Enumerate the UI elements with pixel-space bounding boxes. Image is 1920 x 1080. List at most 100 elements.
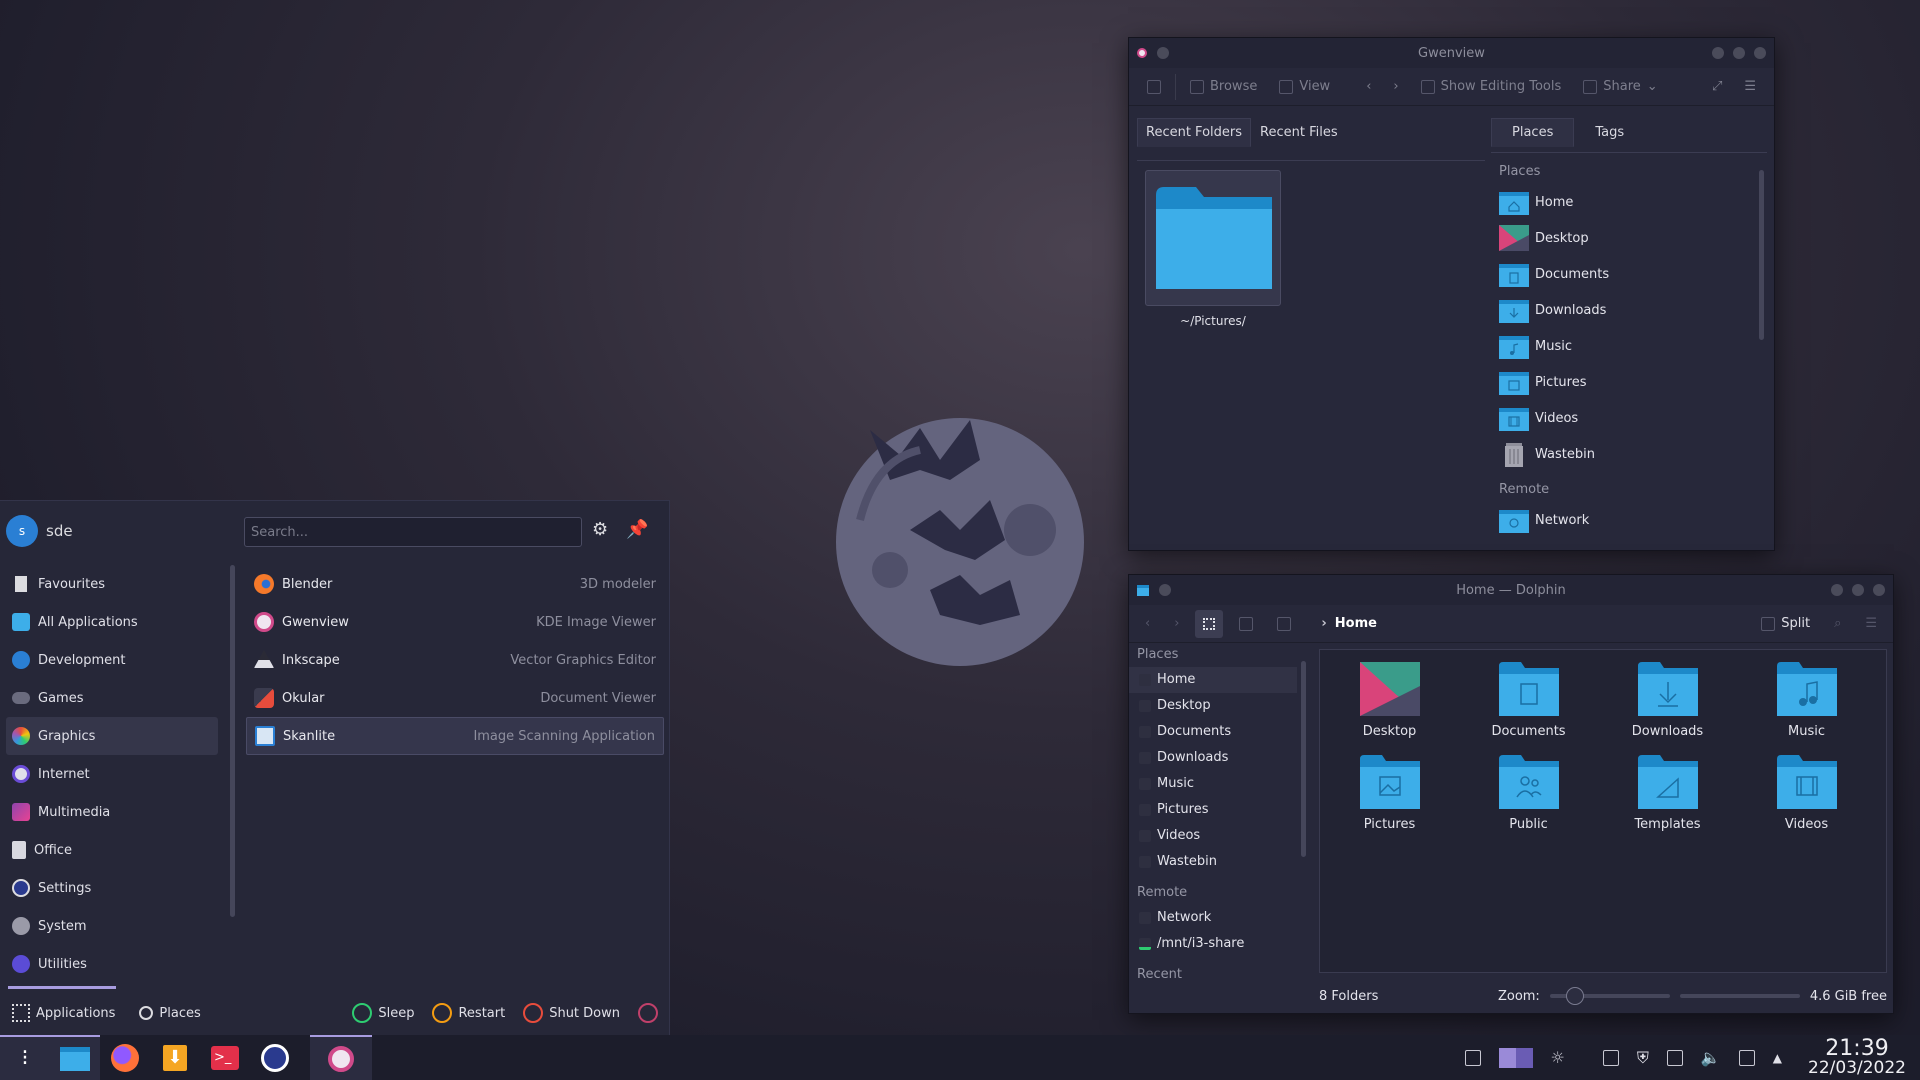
virtual-desktop-pager[interactable] (1498, 1047, 1533, 1068)
pin-window-button[interactable] (1159, 584, 1171, 596)
tab-recent-folders[interactable]: Recent Folders (1137, 118, 1252, 147)
category-system[interactable]: System (6, 907, 218, 945)
close-button[interactable] (1873, 584, 1885, 596)
chevron-up-icon[interactable]: ▲ (1773, 1051, 1782, 1065)
taskbar-system-settings[interactable] (250, 1035, 300, 1080)
split-button[interactable]: Split (1761, 616, 1810, 631)
category-internet[interactable]: Internet (6, 755, 218, 793)
applications-tab[interactable]: Applications (12, 1004, 115, 1022)
sidebar-item-desktop[interactable]: Desktop (1129, 693, 1297, 719)
dolphin-window[interactable]: Home — Dolphin ‹ › › Home Split ⌕ ☰ Plac… (1128, 574, 1894, 1014)
volume-icon[interactable]: 🔈 (1701, 1048, 1721, 1067)
taskbar-gwenview[interactable] (310, 1035, 372, 1080)
place-item-network[interactable]: Network (1499, 502, 1749, 538)
places-scrollbar[interactable] (1759, 170, 1764, 340)
search-input[interactable] (244, 517, 582, 547)
view-button[interactable]: View (1271, 75, 1338, 98)
back-button[interactable] (1139, 76, 1169, 98)
taskbar-firefox[interactable] (100, 1035, 150, 1080)
sidebar-item-videos[interactable]: Videos (1129, 823, 1297, 849)
sidebar-item-network[interactable]: Network (1129, 905, 1297, 931)
taskbar-dolphin[interactable] (50, 1035, 100, 1080)
place-item-home[interactable]: Home (1499, 184, 1749, 220)
previous-button[interactable]: ‹ (1358, 75, 1379, 98)
fullscreen-button[interactable]: ⤢ (1704, 75, 1730, 98)
sidebar-item-music[interactable]: Music (1129, 771, 1297, 797)
close-button[interactable] (1754, 47, 1766, 59)
back-button[interactable]: ‹ (1137, 612, 1158, 635)
places-tab[interactable]: Places (139, 1006, 201, 1021)
maximize-button[interactable] (1733, 47, 1745, 59)
app-item-okular[interactable]: Okular Document Viewer (246, 679, 664, 717)
category-development[interactable]: Development (6, 641, 218, 679)
app-item-blender[interactable]: Blender 3D modeler (246, 565, 664, 603)
folder-item-music[interactable]: Music (1737, 660, 1876, 739)
zoom-slider[interactable] (1549, 987, 1670, 1005)
show-desktop-icon[interactable] (1464, 1049, 1481, 1066)
security-shield-icon[interactable]: ⛨ (1637, 1048, 1649, 1068)
clipboard-icon[interactable] (1602, 1049, 1619, 1066)
app-item-gwenview[interactable]: Gwenview KDE Image Viewer (246, 603, 664, 641)
gwenview-titlebar[interactable]: Gwenview (1129, 38, 1774, 68)
folder-item-videos[interactable]: Videos (1737, 753, 1876, 832)
category-scrollbar[interactable] (230, 565, 235, 917)
sidebar-item-i3-share[interactable]: /mnt/i3-share (1129, 931, 1297, 957)
storage-icon[interactable] (1666, 1049, 1683, 1066)
restart-button[interactable]: Restart (432, 1003, 505, 1023)
sidebar-item-home[interactable]: Home (1129, 667, 1297, 693)
category-utilities[interactable]: Utilities (6, 945, 218, 983)
category-graphics[interactable]: Graphics (6, 717, 218, 755)
browse-button[interactable]: Browse (1182, 75, 1265, 98)
folder-item-desktop[interactable]: Desktop (1320, 660, 1459, 739)
app-item-skanlite[interactable]: Skanlite Image Scanning Application (246, 717, 664, 755)
maximize-button[interactable] (1852, 584, 1864, 596)
dolphin-titlebar[interactable]: Home — Dolphin (1129, 575, 1893, 605)
category-favourites[interactable]: Favourites (6, 565, 218, 603)
recent-folder-thumbnail[interactable] (1145, 170, 1281, 306)
sidebar-item-downloads[interactable]: Downloads (1129, 745, 1297, 771)
category-settings[interactable]: Settings (6, 869, 218, 907)
taskbar-discover[interactable]: ⬇ (150, 1035, 200, 1080)
minimize-button[interactable] (1712, 47, 1724, 59)
tab-tags[interactable]: Tags (1574, 118, 1645, 147)
breadcrumb[interactable]: › Home (1321, 616, 1377, 631)
details-view-button[interactable] (1269, 613, 1299, 635)
next-button[interactable]: › (1385, 75, 1406, 98)
digital-clock[interactable]: 21:39 22/03/2022 (1808, 1037, 1906, 1078)
gwenview-window[interactable]: Gwenview Browse View ‹ › Show Editing To… (1128, 37, 1775, 551)
sidebar-item-wastebin[interactable]: Wastebin (1129, 849, 1297, 875)
show-editing-tools-button[interactable]: Show Editing Tools (1413, 75, 1570, 98)
app-item-inkscape[interactable]: Inkscape Vector Graphics Editor (246, 641, 664, 679)
search-button[interactable]: ⌕ (1826, 612, 1849, 635)
configure-icon[interactable]: ⚙ (592, 519, 608, 540)
folder-item-public[interactable]: Public (1459, 753, 1598, 832)
shutdown-button[interactable]: Shut Down (523, 1003, 620, 1023)
zoom-slider-handle[interactable] (1565, 987, 1584, 1005)
place-item-videos[interactable]: Videos (1499, 400, 1749, 436)
place-item-wastebin[interactable]: Wastebin (1499, 436, 1749, 472)
taskbar-konsole[interactable]: >_ (200, 1035, 250, 1080)
place-item-documents[interactable]: Documents (1499, 256, 1749, 292)
icons-view-button[interactable] (1195, 609, 1224, 638)
category-office[interactable]: Office (6, 831, 218, 869)
hamburger-menu-button[interactable]: ☰ (1736, 75, 1764, 98)
category-games[interactable]: Games (6, 679, 218, 717)
folder-item-downloads[interactable]: Downloads (1598, 660, 1737, 739)
place-item-desktop[interactable]: Desktop (1499, 220, 1749, 256)
sidebar-item-pictures[interactable]: Pictures (1129, 797, 1297, 823)
tab-places[interactable]: Places (1491, 118, 1575, 147)
compact-view-button[interactable] (1231, 613, 1261, 635)
forward-button[interactable]: › (1166, 612, 1187, 635)
leave-options-icon[interactable] (638, 1003, 658, 1023)
folder-item-templates[interactable]: Templates (1598, 753, 1737, 832)
pin-window-button[interactable] (1157, 47, 1169, 59)
network-icon[interactable] (1738, 1049, 1755, 1066)
sidebar-item-documents[interactable]: Documents (1129, 719, 1297, 745)
share-button[interactable]: Share ⌄ (1575, 75, 1665, 98)
sleep-button[interactable]: Sleep (352, 1003, 414, 1023)
breadcrumb-home[interactable]: Home (1335, 616, 1377, 631)
notifications-icon[interactable]: ☼ (1551, 1048, 1565, 1067)
category-multimedia[interactable]: Multimedia (6, 793, 218, 831)
user-profile[interactable]: s sde (6, 515, 73, 547)
folder-item-documents[interactable]: Documents (1459, 660, 1598, 739)
